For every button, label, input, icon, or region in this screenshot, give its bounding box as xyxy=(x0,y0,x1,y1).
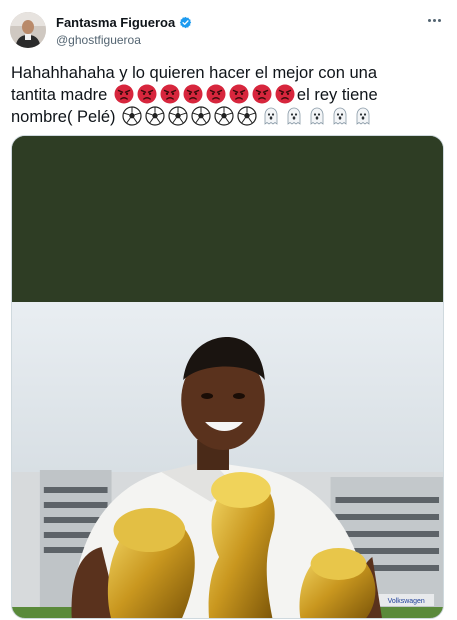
ghost-emoji-icon xyxy=(310,107,324,125)
tweet-text-line-2-suffix: el rey tiene xyxy=(296,86,378,104)
soccer-ball-emoji-icon xyxy=(191,106,211,126)
ghost-emoji-run xyxy=(261,106,373,126)
author-names: Fantasma Figueroa @ghostfigueroa xyxy=(56,14,192,47)
angry-face-emoji-icon xyxy=(137,84,157,104)
soccer-ball-emoji-icon xyxy=(145,106,165,126)
angry-face-emoji-icon xyxy=(160,84,180,104)
avatar-image xyxy=(10,12,46,48)
ghost-emoji-icon xyxy=(287,107,301,125)
ghost-emoji-icon xyxy=(333,107,347,125)
tweet-text-line-3-prefix: nombre( Pelé) xyxy=(11,108,116,126)
angry-face-emoji-icon xyxy=(183,84,203,104)
author-avatar[interactable] xyxy=(10,12,46,48)
tweet-text-line-1: Hahahhahaha y lo quieren hacer el mejor … xyxy=(11,64,377,82)
photo-pele-trophies-icon: Volkswagen xyxy=(12,302,443,618)
angry-face-emoji-icon xyxy=(206,84,226,104)
ghost-emoji-icon xyxy=(356,107,370,125)
angry-face-emoji-run xyxy=(114,84,295,104)
soccer-ball-emoji-icon xyxy=(214,106,234,126)
media-dark-band xyxy=(12,136,443,302)
tweet-text: Hahahhahaha y lo quieren hacer el mejor … xyxy=(11,62,447,128)
angry-face-emoji-icon xyxy=(275,84,295,104)
soccer-ball-emoji-run xyxy=(122,106,257,126)
stadium-banner-text: Volkswagen xyxy=(388,598,425,605)
angry-face-emoji-icon xyxy=(229,84,249,104)
soccer-ball-emoji-icon xyxy=(122,106,142,126)
author-handle[interactable]: @ghostfigueroa xyxy=(56,33,192,47)
soccer-ball-emoji-icon xyxy=(168,106,188,126)
tweet-text-line-3: nombre( Pelé) xyxy=(11,106,447,128)
more-options-icon[interactable] xyxy=(423,12,445,28)
tweet-media[interactable]: Volkswagen xyxy=(11,135,444,619)
angry-face-emoji-icon xyxy=(252,84,272,104)
tweet-header: Fantasma Figueroa @ghostfigueroa xyxy=(0,0,457,56)
soccer-ball-emoji-icon xyxy=(237,106,257,126)
angry-face-emoji-icon xyxy=(114,84,134,104)
verified-badge-icon xyxy=(180,16,192,29)
tweet-text-line-2: tantita madre el rey tiene xyxy=(11,84,447,106)
tweet-text-line-2-prefix: tantita madre xyxy=(11,86,108,104)
author-display-name[interactable]: Fantasma Figueroa xyxy=(56,15,175,30)
ghost-emoji-icon xyxy=(264,107,278,125)
